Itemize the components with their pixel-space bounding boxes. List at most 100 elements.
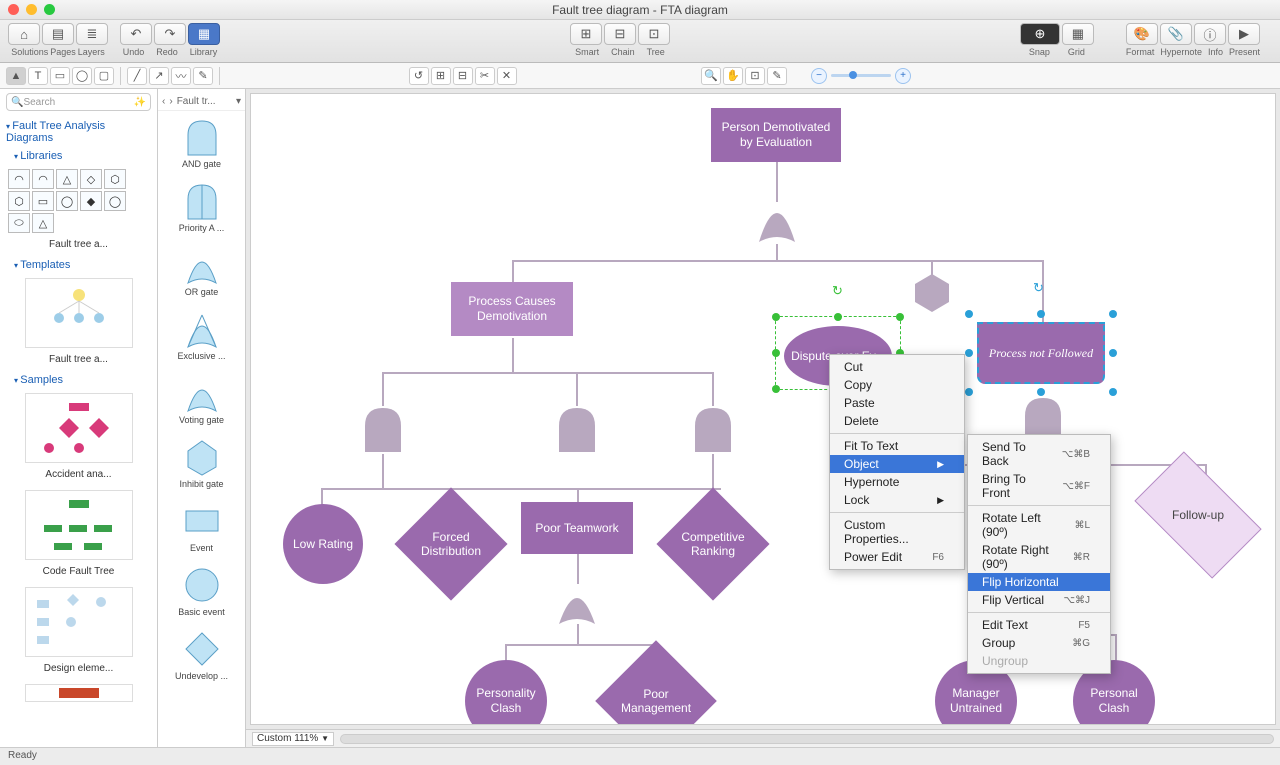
ctx-custom[interactable]: Custom Properties... — [830, 516, 964, 548]
undo-button[interactable]: ↶ — [120, 23, 152, 45]
format-button[interactable]: 🎨 — [1126, 23, 1158, 45]
ctx-hypernote[interactable]: Hypernote — [830, 473, 964, 491]
ctx-lock[interactable]: Lock▶ — [830, 491, 964, 509]
roundrect-tool[interactable]: ▢ — [94, 67, 114, 85]
context-menu[interactable]: Cut Copy Paste Delete Fit To Text Object… — [829, 354, 965, 570]
zoom-icon[interactable] — [44, 4, 55, 15]
tool-a[interactable]: ↺ — [409, 67, 429, 85]
node-follow-up[interactable]: Follow-up — [1143, 480, 1253, 550]
sub-rotate-left[interactable]: Rotate Left (90º)⌘L — [968, 509, 1110, 541]
hand-tool[interactable]: ✋ — [723, 67, 743, 85]
tool-c[interactable]: ⊟ — [453, 67, 473, 85]
pen-tool[interactable]: ✎ — [193, 67, 213, 85]
context-sub-menu[interactable]: Send To Back⌥⌘B Bring To Front⌥⌘F Rotate… — [967, 434, 1111, 674]
ctx-object[interactable]: Object▶ — [830, 455, 964, 473]
sub-send-back[interactable]: Send To Back⌥⌘B — [968, 438, 1110, 470]
fwd-icon[interactable]: › — [169, 96, 172, 107]
wand-icon[interactable]: ✨ — [134, 97, 146, 108]
zoom-out-button[interactable]: − — [811, 68, 827, 84]
minimize-icon[interactable] — [26, 4, 37, 15]
ctx-power[interactable]: Power EditF6 — [830, 548, 964, 566]
node-low-rating[interactable]: Low Rating — [283, 504, 363, 584]
search-input[interactable]: 🔍 Search ✨ — [6, 93, 151, 111]
info-button[interactable]: ⓘ — [1194, 23, 1226, 45]
shape-basic-event[interactable]: Basic event — [158, 559, 245, 623]
tree-samples[interactable]: Samples — [4, 371, 153, 389]
ctx-paste[interactable]: Paste — [830, 394, 964, 412]
node-personality-clash[interactable]: Personality Clash — [465, 660, 547, 725]
shape-voting-gate[interactable]: Voting gate — [158, 367, 245, 431]
sub-rotate-right[interactable]: Rotate Right (90º)⌘R — [968, 541, 1110, 573]
gate-or-top[interactable] — [755, 194, 799, 244]
tree-libraries[interactable]: Libraries — [4, 147, 153, 165]
gate-or-team[interactable] — [555, 580, 599, 626]
shape-undeveloped[interactable]: Undevelop ... — [158, 623, 245, 687]
tool-d[interactable]: ✂ — [475, 67, 495, 85]
arrow-tool[interactable]: ↗ — [149, 67, 169, 85]
close-icon[interactable] — [8, 4, 19, 15]
ctx-cut[interactable]: Cut — [830, 358, 964, 376]
sample-thumb-2[interactable] — [25, 490, 133, 560]
tree-templates[interactable]: Templates — [4, 256, 153, 274]
back-icon[interactable]: ‹ — [162, 96, 165, 107]
ellipse-tool[interactable]: ◯ — [72, 67, 92, 85]
ctx-delete[interactable]: Delete — [830, 412, 964, 430]
gate-and-3[interactable] — [691, 404, 735, 454]
shape-inhibit-gate[interactable]: Inhibit gate — [158, 431, 245, 495]
node-poor-management[interactable]: Poor Management — [613, 658, 699, 725]
shape-event[interactable]: Event — [158, 495, 245, 559]
tree-button[interactable]: ⊡ — [638, 23, 670, 45]
redo-button[interactable]: ↷ — [154, 23, 186, 45]
sample-thumb-3[interactable] — [25, 587, 133, 657]
sample-thumb-4[interactable] — [25, 684, 133, 702]
smart-button[interactable]: ⊞ — [570, 23, 602, 45]
sub-bring-front[interactable]: Bring To Front⌥⌘F — [968, 470, 1110, 502]
tool-b[interactable]: ⊞ — [431, 67, 451, 85]
pages-button[interactable]: ▤ — [42, 23, 74, 45]
grid-button[interactable]: ▦ — [1062, 23, 1094, 45]
node-forced-distribution[interactable]: Forced Distribution — [411, 504, 491, 584]
gate-and-2[interactable] — [555, 404, 599, 454]
sub-edit-text[interactable]: Edit TextF5 — [968, 616, 1110, 634]
tree-root[interactable]: Fault Tree Analysis Diagrams — [4, 117, 153, 147]
zoom-slider[interactable] — [831, 74, 891, 77]
shape-or-gate[interactable]: OR gate — [158, 239, 245, 303]
pointer-tool[interactable]: ▲ — [6, 67, 26, 85]
layers-button[interactable]: ≣ — [76, 23, 108, 45]
sub-flip-vertical[interactable]: Flip Vertical⌥⌘J — [968, 591, 1110, 609]
sub-flip-horizontal[interactable]: Flip Horizontal — [968, 573, 1110, 591]
solutions-button[interactable]: ⌂ — [8, 23, 40, 45]
shape-exclusive-or[interactable]: Exclusive ... — [158, 303, 245, 367]
hypernote-button[interactable]: 📎 — [1160, 23, 1192, 45]
line-tool[interactable]: ╱ — [127, 67, 147, 85]
snap-button[interactable]: ⊕ — [1020, 23, 1060, 45]
node-person-demotivated[interactable]: Person Demotivated by Evaluation — [711, 108, 841, 162]
gate-hex[interactable] — [911, 272, 953, 314]
node-poor-teamwork[interactable]: Poor Teamwork — [521, 502, 633, 554]
eyedrop-tool[interactable]: ✎ — [767, 67, 787, 85]
canvas[interactable]: Person Demotivated by Evaluation Process… — [250, 93, 1276, 725]
text-tool[interactable]: T — [28, 67, 48, 85]
h-scrollbar[interactable] — [340, 734, 1274, 744]
ctx-fit[interactable]: Fit To Text — [830, 437, 964, 455]
present-button[interactable]: ▶ — [1228, 23, 1260, 45]
magnify-tool[interactable]: 🔍 — [701, 67, 721, 85]
library-thumb-grid[interactable]: ◠◠△◇ ⬡⬡▭◯ ◆◯⬭△ — [4, 165, 153, 237]
shape-priority-and[interactable]: Priority A ... — [158, 175, 245, 239]
ctx-copy[interactable]: Copy — [830, 376, 964, 394]
zoom-select[interactable]: Custom 111% ▼ — [252, 732, 334, 746]
sample-thumb-1[interactable] — [25, 393, 133, 463]
curve-tool[interactable]: 〰 — [171, 67, 191, 85]
sub-group[interactable]: Group⌘G — [968, 634, 1110, 652]
node-competitive-ranking[interactable]: Competitive Ranking — [673, 504, 753, 584]
library-button[interactable]: ▦ — [188, 23, 220, 45]
dropdown-icon[interactable]: ▾ — [236, 96, 241, 107]
zoom-in-button[interactable]: + — [895, 68, 911, 84]
gate-and-1[interactable] — [361, 404, 405, 454]
shape-and-gate[interactable]: AND gate — [158, 111, 245, 175]
rect-tool[interactable]: ▭ — [50, 67, 70, 85]
tool-e[interactable]: ✕ — [497, 67, 517, 85]
template-thumb[interactable] — [25, 278, 133, 348]
node-process-causes[interactable]: Process Causes Demotivation — [451, 282, 573, 336]
chain-button[interactable]: ⊟ — [604, 23, 636, 45]
